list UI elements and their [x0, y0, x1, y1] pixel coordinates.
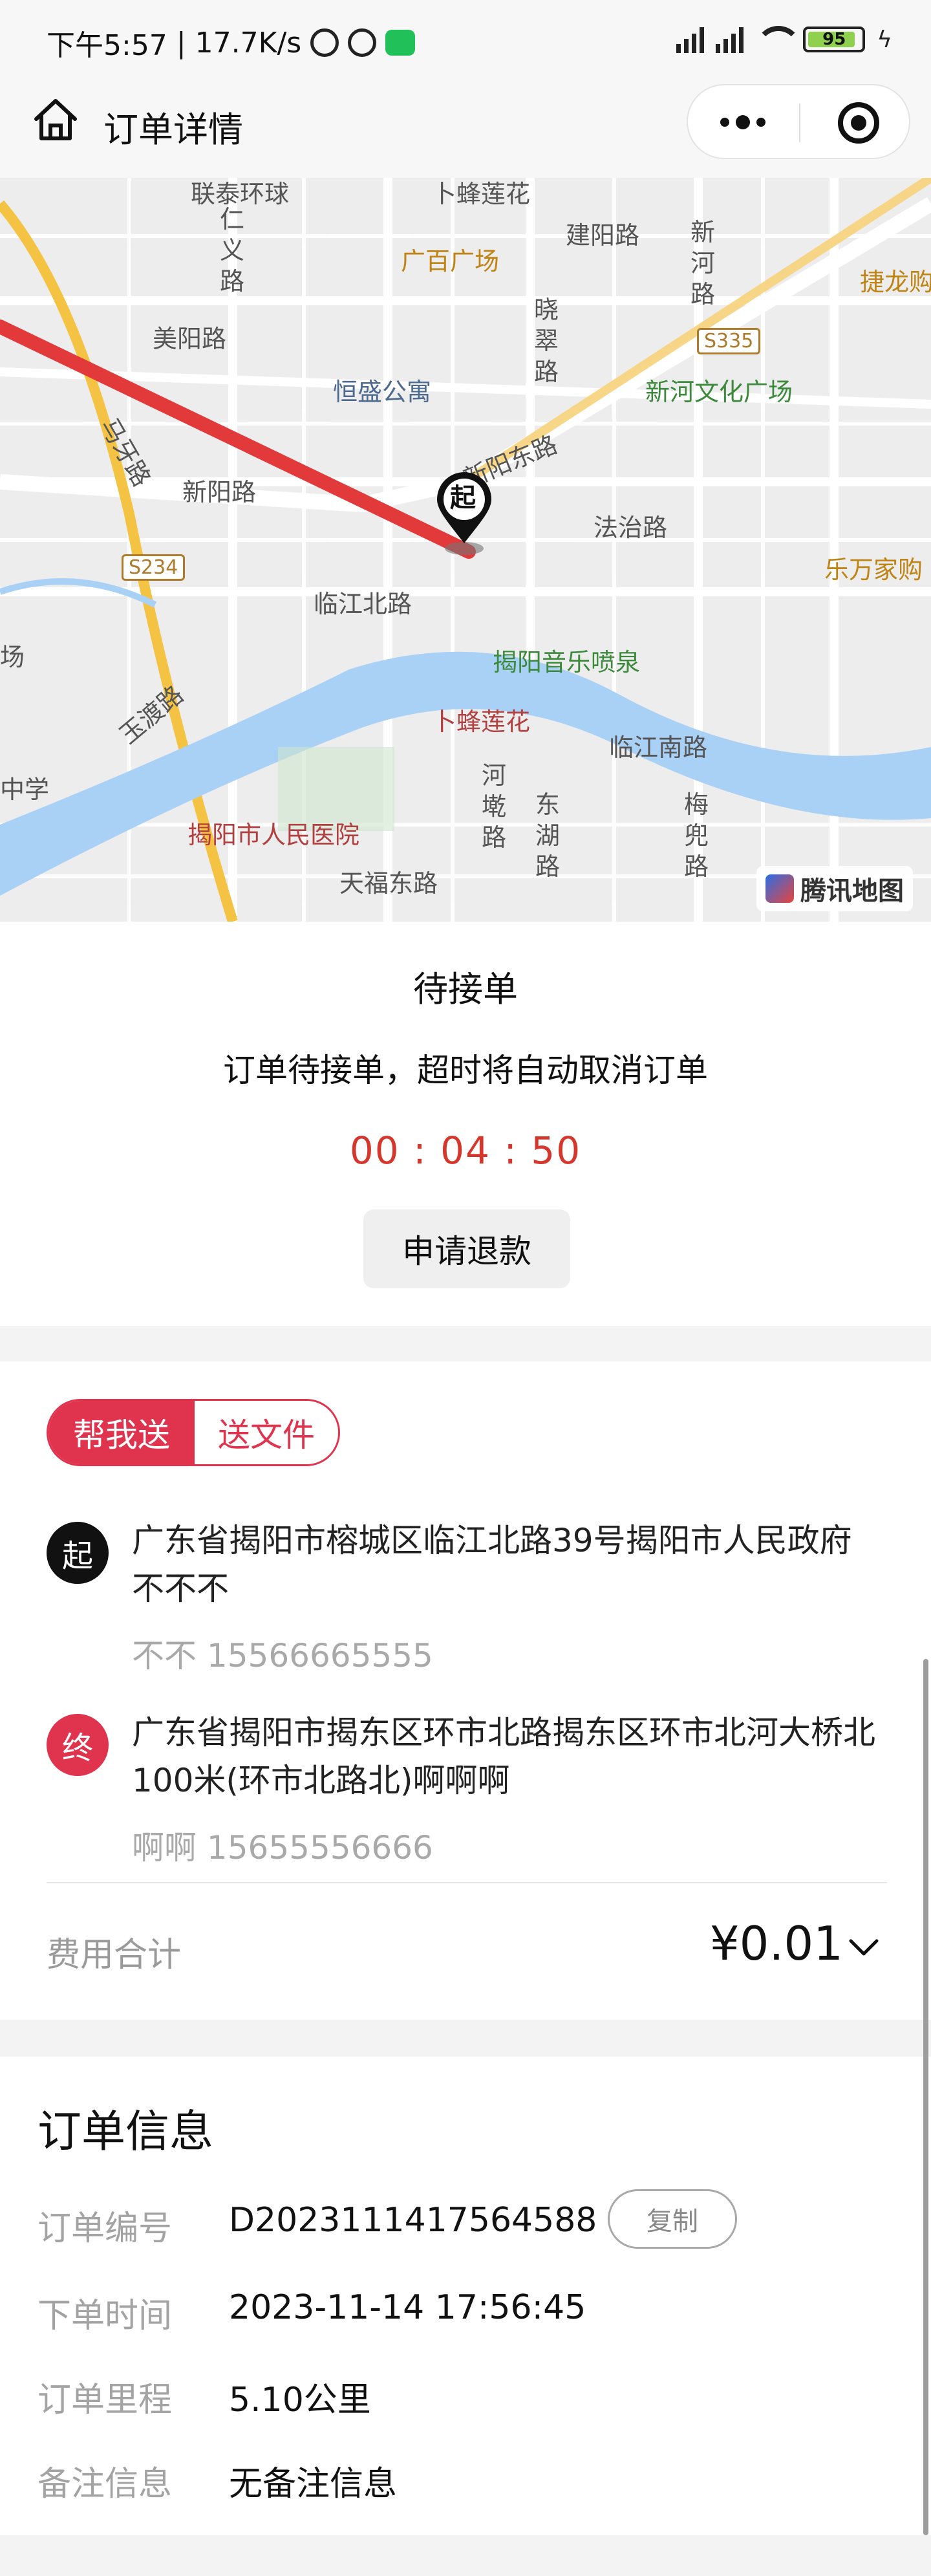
fee-divider [47, 1882, 887, 1883]
start-address: 起 广东省揭阳市榕城区临江北路39号揭阳市人民政府不不不 不不 15566665… [47, 1517, 887, 1711]
status-time: 下午5:57 [47, 29, 167, 62]
map-label-s234: S234 [122, 554, 186, 581]
order-distance: 5.10公里 [229, 2381, 371, 2419]
map-label-bufeng-top: 卜蜂莲花 [432, 180, 531, 208]
info-label: 备注信息 [37, 2465, 173, 2504]
info-label: 订单编号 [37, 2209, 173, 2248]
map-label-chang: 场 [0, 643, 25, 671]
status-bar: 下午5:57 | 17.7K/s 95 ϟ [0, 0, 931, 84]
map-label-linjiang-s: 临江南路 [609, 733, 708, 762]
map-label-xiaocui: 晓翠路 [534, 296, 559, 386]
page-scrollbar[interactable] [923, 1659, 928, 2535]
map-label-heshu: 河墘路 [482, 761, 507, 852]
page-title: 订单详情 [103, 109, 243, 150]
start-badge: 起 [47, 1522, 109, 1584]
map-label-xinyang: 新阳路 [182, 478, 257, 506]
info-label: 下单时间 [37, 2297, 173, 2335]
status-net-speed: 17.7K/s [195, 26, 302, 60]
nav-bar: 订单详情 [0, 84, 931, 178]
signal-icon-2 [716, 26, 744, 53]
map-label-fazhi: 法治路 [594, 514, 668, 542]
order-status-card: 待接单 订单待接单，超时将自动取消订单 00 : 04 : 50 申请退款 [0, 922, 931, 1326]
charging-icon: ϟ [877, 26, 892, 53]
map-brand: 腾讯地图 [756, 866, 913, 911]
info-row-remark: 备注信息 无备注信息 [37, 2451, 891, 2504]
fee-total-label: 费用合计 [47, 1936, 182, 1975]
map-label-meiyang: 美阳路 [153, 325, 227, 353]
map-label-hospital: 揭阳市人民医院 [187, 821, 360, 849]
mute-icon [310, 28, 339, 57]
countdown-timer: 00 : 04 : 50 [349, 1129, 582, 1173]
map-label-xinhe-culture: 新河文化广场 [645, 378, 793, 406]
category-tag: 送文件 [195, 1401, 338, 1464]
service-type-tag: 帮我送 [48, 1401, 195, 1464]
map-label-bufeng-mid: 卜蜂莲花 [432, 708, 531, 736]
map-label-jianyang: 建阳路 [566, 221, 640, 250]
fee-total-value[interactable]: ¥0.01 [710, 1916, 843, 1971]
map-label-linjiang-n: 临江北路 [314, 590, 412, 618]
route-map[interactable]: 联泰环球 卜蜂莲花 仁义路 广百广场 建阳路 新河路 捷龙购 美阳路 晓翠路 S… [0, 178, 931, 922]
capsule-divider [799, 103, 800, 142]
info-row-order-no: 订单编号 D2023111417564588 复制 [37, 2189, 891, 2249]
map-label-meidou: 梅兜路 [684, 790, 709, 881]
status-separator: | [176, 26, 186, 60]
map-brand-label: 腾讯地图 [800, 876, 904, 906]
status-bar-right: 95 ϟ [676, 26, 892, 53]
end-badge: 终 [47, 1714, 109, 1776]
order-status-description: 订单待接单，超时将自动取消订单 [223, 1052, 708, 1089]
map-label-donghu: 东湖路 [535, 790, 561, 881]
start-contact: 不不 15566665555 [132, 1637, 433, 1674]
map-label-renyi: 仁义路 [220, 205, 245, 296]
end-address: 终 广东省揭阳市揭东区环市北路揭东区环市北河大桥北100米(环市北路北)啊啊啊 … [47, 1709, 887, 1877]
map-label-guangbai: 广百广场 [401, 247, 500, 276]
map-label-lewan: 乐万家购 [824, 556, 923, 584]
map-label-tianfu: 天福东路 [339, 869, 438, 898]
map-label-jielong: 捷龙购 [860, 268, 931, 296]
map-label-zhongxue: 中学 [0, 775, 50, 804]
start-address-text: 广东省揭阳市榕城区临江北路39号揭阳市人民政府不不不 [132, 1522, 852, 1607]
copy-button[interactable]: 复制 [608, 2189, 737, 2249]
more-icon[interactable] [720, 115, 765, 129]
service-tags: 帮我送 送文件 [47, 1399, 340, 1466]
info-label: 订单里程 [37, 2381, 173, 2419]
target-icon[interactable] [838, 102, 879, 144]
order-info-card: 订单信息 订单编号 D2023111417564588 复制 下单时间 2023… [0, 2057, 931, 2535]
alarm-icon [348, 28, 377, 57]
wifi-icon [755, 26, 802, 53]
info-row-distance: 订单里程 5.10公里 [37, 2367, 891, 2419]
order-remark: 无备注信息 [229, 2465, 398, 2504]
wechat-icon [385, 30, 416, 56]
map-label-s335: S335 [697, 328, 761, 354]
mini-program-capsule [687, 84, 910, 159]
battery-icon: 95 [803, 27, 866, 52]
end-contact: 啊啊 15655556666 [132, 1829, 433, 1867]
signal-icon [676, 26, 705, 53]
battery-level: 95 [822, 30, 846, 49]
order-info-title: 订单信息 [37, 2106, 214, 2158]
home-icon[interactable] [31, 96, 80, 145]
end-address-text: 广东省揭阳市揭东区环市北路揭东区环市北河大桥北100米(环市北路北)啊啊啊 [132, 1714, 875, 1799]
status-bar-left: 下午5:57 | 17.7K/s [47, 22, 416, 63]
map-label-xinhe: 新河路 [690, 218, 716, 308]
tencent-map-icon [765, 874, 794, 903]
order-status-title: 待接单 [413, 969, 518, 1010]
map-label-hengsheng: 恒盛公寓 [333, 378, 432, 406]
info-row-order-time: 下单时间 2023-11-14 17:56:45 [37, 2283, 891, 2335]
map-label-music-fountain: 揭阳音乐喷泉 [493, 648, 641, 676]
refund-button[interactable]: 申请退款 [363, 1209, 570, 1288]
chevron-down-icon[interactable] [847, 1931, 881, 1964]
start-pin-label: 起 [450, 483, 476, 513]
delivery-card: 帮我送 送文件 起 广东省揭阳市榕城区临江北路39号揭阳市人民政府不不不 不不 … [0, 1361, 931, 2020]
order-time: 2023-11-14 17:56:45 [229, 2288, 586, 2327]
order-number: D2023111417564588 [229, 2201, 597, 2240]
